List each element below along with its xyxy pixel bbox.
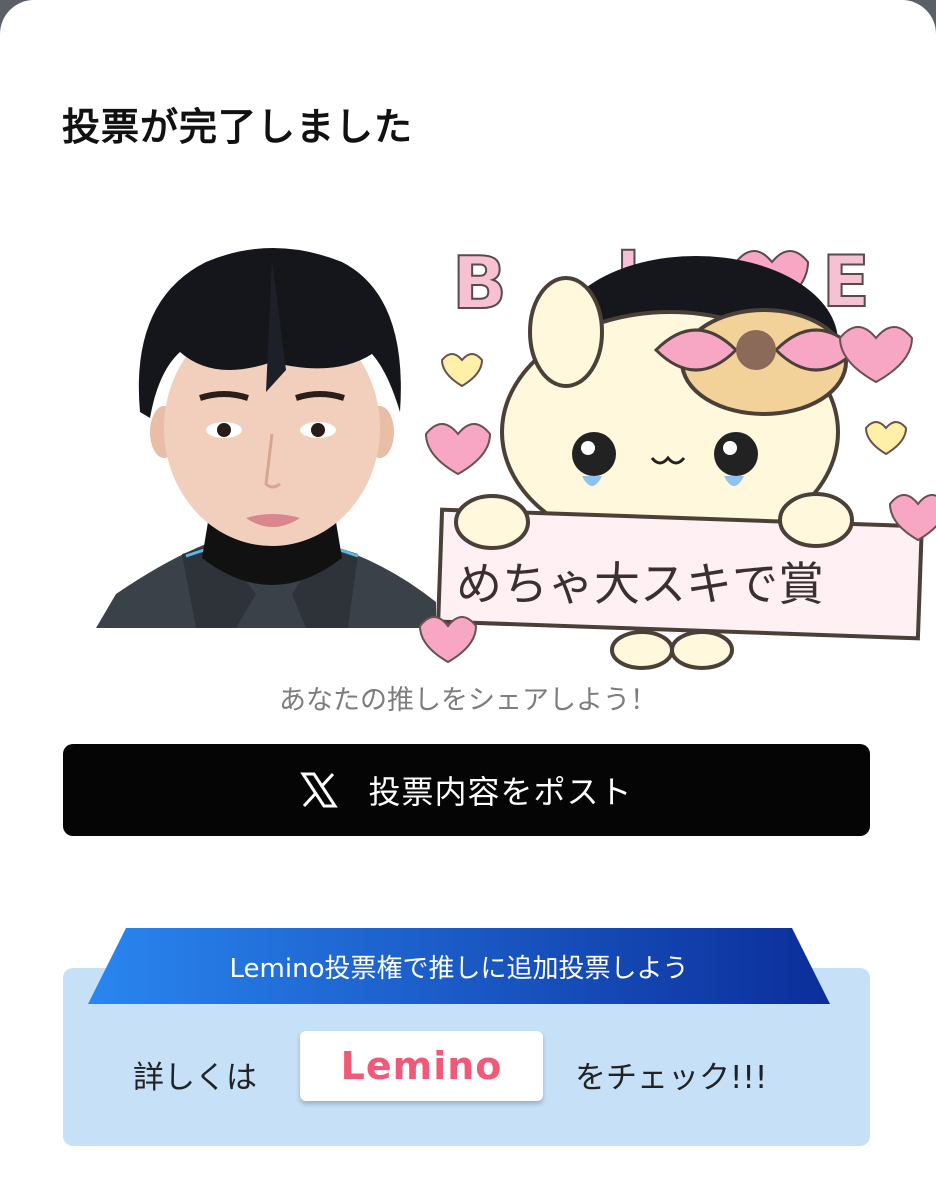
- promo-prefix-text: 詳しくは: [133, 1060, 257, 1096]
- promo-ribbon: Lemino投票権で推しに追加投票しよう: [88, 928, 830, 1004]
- lemino-link-button[interactable]: Lemino: [300, 1031, 543, 1101]
- vote-complete-sheet: 投票が完了しました B E めちゃ大スキで賞 あなたの推しをシェアしよう！ 投票…: [0, 0, 936, 1200]
- x-logo-icon: [300, 772, 339, 808]
- svg-text:B: B: [452, 241, 507, 325]
- lemino-logo: Lemino: [340, 1044, 503, 1088]
- modal-title: 投票が完了しました: [62, 105, 414, 149]
- promo-ribbon-text: Lemino投票権で推しに追加投票しよう: [229, 953, 689, 984]
- share-caption: あなたの推しをシェアしよう！: [279, 685, 657, 716]
- svg-text:E: E: [822, 241, 870, 323]
- promo-suffix-text: をチェック!!!: [575, 1060, 768, 1096]
- member-photo: [96, 222, 456, 628]
- love-sticker: B L E: [418, 222, 936, 672]
- share-image: B L E: [96, 222, 936, 672]
- post-vote-label: 投票内容をポスト: [368, 773, 633, 811]
- post-vote-button[interactable]: 投票内容をポスト: [63, 744, 870, 836]
- sticker-board-text: めちゃ大スキで賞: [456, 557, 824, 611]
